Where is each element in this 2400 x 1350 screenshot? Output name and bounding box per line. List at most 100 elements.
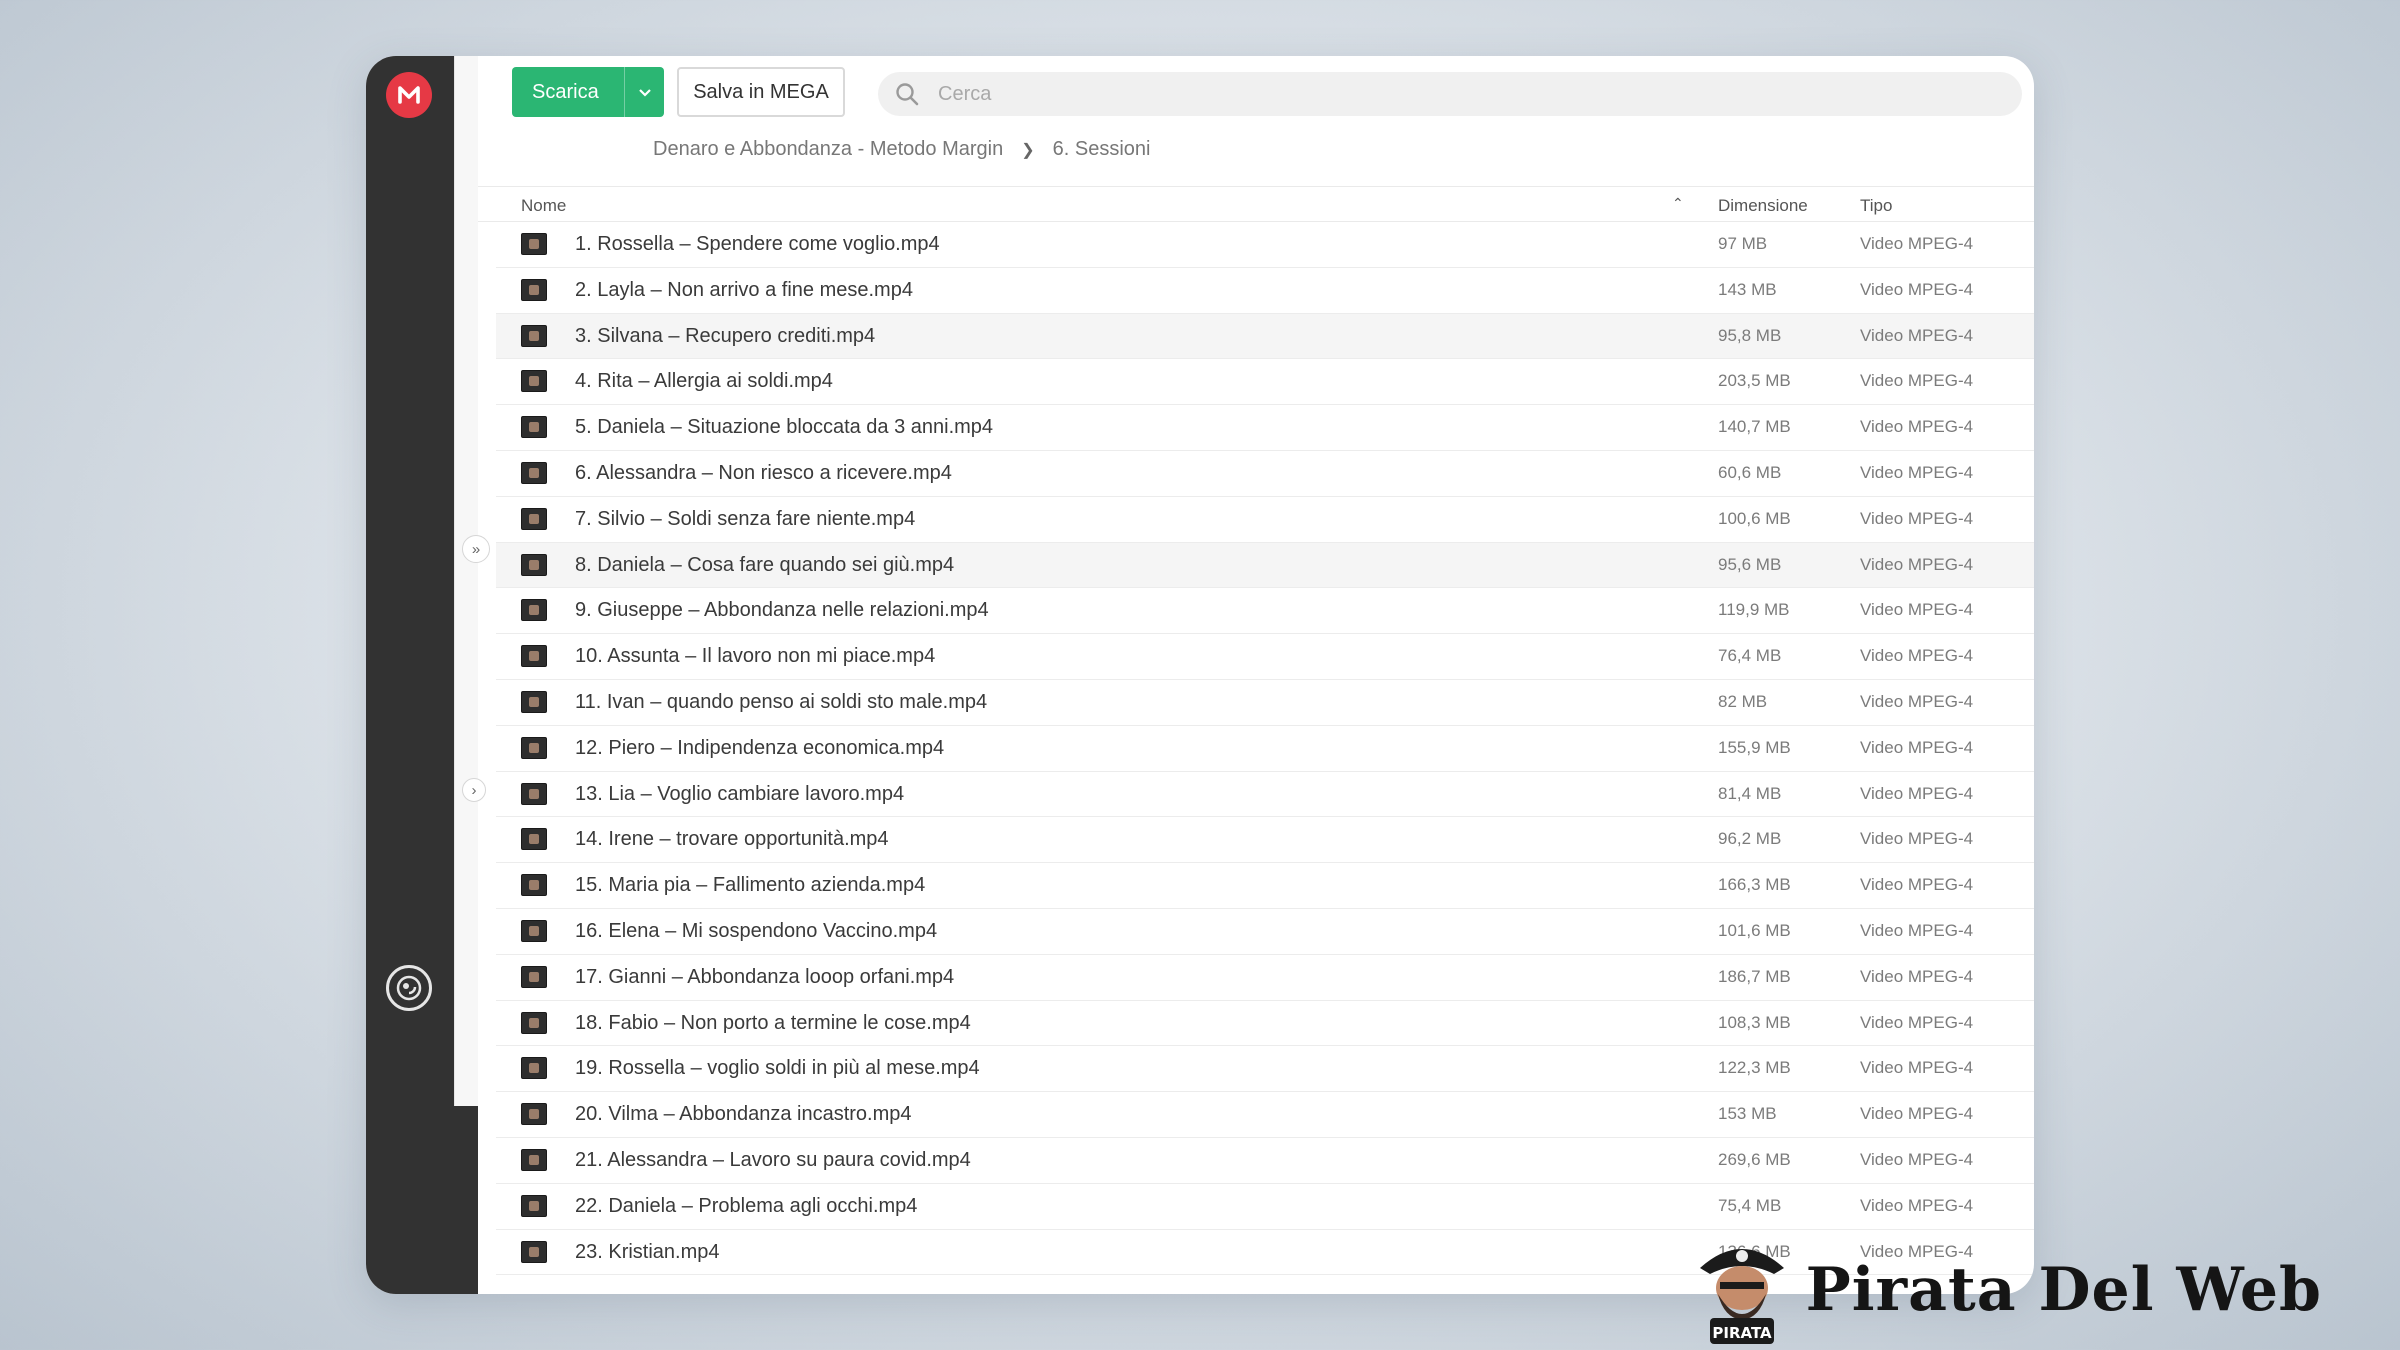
video-thumbnail-icon: [521, 1011, 547, 1034]
file-row[interactable]: 4. Rita – Allergia ai soldi.mp4 203,5 MB V…: [496, 359, 2034, 406]
file-type: Video MPEG-4: [1860, 1012, 1974, 1032]
file-type: Video MPEG-4: [1860, 279, 1974, 299]
file-name: 14. Irene – trovare opportunità.mp4: [575, 828, 889, 851]
watermark-badge: PIRATA: [1712, 1324, 1772, 1342]
file-row[interactable]: 17. Gianni – Abbondanza looop orfani.mp4…: [496, 955, 2034, 1001]
file-name: 20. Vilma – Abbondanza incastro.mp4: [575, 1103, 912, 1126]
save-to-mega-button[interactable]: Salva in MEGA: [677, 67, 845, 117]
file-size: 97 MB: [1718, 234, 1768, 253]
file-type: Video MPEG-4: [1860, 508, 1974, 528]
file-name: 23. Kristian.mp4: [575, 1240, 720, 1263]
pirate-logo-icon: PIRATA: [1690, 1234, 1794, 1346]
video-thumbnail-icon: [521, 553, 547, 576]
file-row[interactable]: 20. Vilma – Abbondanza incastro.mp4 153 M…: [496, 1092, 2034, 1138]
file-size: 140,7 MB: [1718, 417, 1791, 437]
chevron-down-icon[interactable]: [624, 67, 664, 117]
sidebar: [366, 56, 454, 1294]
video-thumbnail-icon: [521, 324, 547, 347]
file-size: 155,9 MB: [1718, 737, 1791, 757]
video-thumbnail-icon: [521, 782, 547, 805]
file-size: 122,3 MB: [1718, 1058, 1791, 1078]
file-row[interactable]: 6. Alessandra – Non riesco a ricevere.mp…: [496, 451, 2034, 497]
video-thumbnail-icon: [521, 1103, 547, 1126]
file-name: 8. Daniela – Cosa fare quando sei giù.mp…: [575, 553, 955, 576]
file-row[interactable]: 18. Fabio – Non porto a termine le cose.…: [496, 1001, 2034, 1047]
file-type: Video MPEG-4: [1860, 783, 1974, 803]
file-type: Video MPEG-4: [1860, 234, 1974, 253]
column-header-size[interactable]: Dimensione: [1718, 196, 1808, 216]
file-size: 60,6 MB: [1718, 462, 1782, 482]
download-button[interactable]: Scarica: [512, 67, 664, 117]
file-row[interactable]: 11. Ivan – quando penso ai soldi sto mal…: [496, 680, 2034, 726]
column-header-type[interactable]: Tipo: [1860, 196, 1892, 216]
video-thumbnail-icon: [521, 1240, 547, 1263]
file-row[interactable]: 5. Daniela – Situazione bloccata da 3 an…: [496, 405, 2034, 451]
file-name: 5. Daniela – Situazione bloccata da 3 an…: [575, 416, 994, 439]
file-type: Video MPEG-4: [1860, 829, 1974, 849]
file-name: 1. Rossella – Spendere come voglio.mp4: [575, 233, 940, 255]
search-bar[interactable]: [878, 72, 2022, 116]
file-row[interactable]: 15. Maria pia – Fallimento azienda.mp4 16…: [496, 863, 2034, 909]
file-name: 4. Rita – Allergia ai soldi.mp4: [575, 370, 833, 393]
download-label: Scarica: [532, 80, 599, 103]
file-size: 76,4 MB: [1718, 646, 1782, 666]
file-name: 22. Daniela – Problema agli occhi.mp4: [575, 1194, 918, 1217]
file-name: 6. Alessandra – Non riesco a ricevere.mp…: [575, 461, 952, 484]
file-row[interactable]: 9. Giuseppe – Abbondanza nelle relazioni…: [496, 588, 2034, 635]
file-row[interactable]: 16. Elena – Mi sospendono Vaccino.mp4 101…: [496, 909, 2034, 955]
breadcrumb: Denaro e Abbondanza - Metodo Margin ❯ 6.…: [653, 138, 1150, 161]
file-row[interactable]: 7. Silvio – Soldi senza fare niente.mp4 1…: [496, 497, 2034, 543]
file-row[interactable]: 13. Lia – Voglio cambiare lavoro.mp4 81,4…: [496, 772, 2034, 818]
file-type: Video MPEG-4: [1860, 417, 1974, 437]
user-avatar-icon[interactable]: [386, 965, 432, 1011]
file-size: 108,3 MB: [1718, 1012, 1791, 1032]
file-row[interactable]: 21. Alessandra – Lavoro su paura covid.m…: [496, 1138, 2034, 1184]
file-size: 82 MB: [1718, 691, 1768, 711]
file-type: Video MPEG-4: [1860, 966, 1974, 986]
file-row[interactable]: 3. Silvana – Recupero crediti.mp4 95,8 MB…: [496, 313, 2034, 360]
file-list: 1. Rossella – Spendere come voglio.mp4 97…: [496, 222, 2034, 1276]
file-name: 16. Elena – Mi sospendono Vaccino.mp4: [575, 919, 938, 942]
file-type: Video MPEG-4: [1860, 462, 1974, 482]
mega-logo-icon[interactable]: [386, 72, 432, 118]
file-row[interactable]: 14. Irene – trovare opportunità.mp4 96,2 …: [496, 817, 2034, 864]
file-row[interactable]: 19. Rossella – voglio soldi in più al me…: [496, 1046, 2034, 1093]
file-name: 17. Gianni – Abbondanza looop orfani.mp4: [575, 965, 955, 988]
video-thumbnail-icon: [521, 919, 547, 942]
video-thumbnail-icon: [521, 278, 547, 301]
file-row[interactable]: 8. Daniela – Cosa fare quando sei giù.mp…: [496, 542, 2034, 589]
file-size: 143 MB: [1718, 279, 1777, 299]
watermark-text: Pirata Del Web: [1805, 1255, 2322, 1325]
chevron-right-icon: ❯: [1021, 141, 1035, 159]
file-name: 3. Silvana – Recupero crediti.mp4: [575, 324, 876, 347]
file-type: Video MPEG-4: [1860, 600, 1974, 620]
file-type: Video MPEG-4: [1860, 737, 1974, 757]
file-type: Video MPEG-4: [1860, 646, 1974, 666]
sort-ascending-icon[interactable]: ⌃: [1672, 195, 1684, 212]
file-row[interactable]: 10. Assunta – Il lavoro non mi piace.mp4…: [496, 634, 2034, 680]
file-type: Video MPEG-4: [1860, 1195, 1974, 1215]
file-name: 18. Fabio – Non porto a termine le cose.…: [575, 1011, 971, 1034]
search-input[interactable]: [938, 82, 1838, 106]
file-row[interactable]: 12. Piero – Indipendenza economica.mp4 15…: [496, 726, 2034, 772]
column-header-name[interactable]: Nome: [521, 196, 566, 216]
file-row[interactable]: 1. Rossella – Spendere come voglio.mp4 97…: [496, 222, 2034, 268]
pirata-del-web-watermark: PIRATA Pirata Del Web: [1690, 1234, 2322, 1346]
file-row[interactable]: 22. Daniela – Problema agli occhi.mp4 75,…: [496, 1184, 2034, 1230]
file-type: Video MPEG-4: [1860, 691, 1974, 711]
breadcrumb-current: 6. Sessioni: [1052, 138, 1151, 160]
video-thumbnail-icon: [521, 1148, 547, 1171]
file-size: 186,7 MB: [1718, 966, 1791, 986]
file-type: Video MPEG-4: [1860, 875, 1974, 895]
file-name: 11. Ivan – quando penso ai soldi sto mal…: [575, 690, 988, 713]
file-row[interactable]: 2. Layla – Non arrivo a fine mese.mp4 143…: [496, 268, 2034, 314]
video-thumbnail-icon: [521, 1057, 547, 1080]
breadcrumb-parent[interactable]: Denaro e Abbondanza - Metodo Margin: [653, 138, 1003, 161]
file-name: 21. Alessandra – Lavoro su paura covid.m…: [575, 1148, 971, 1171]
file-size: 75,4 MB: [1718, 1195, 1782, 1215]
file-type: Video MPEG-4: [1860, 920, 1974, 940]
video-thumbnail-icon: [521, 736, 547, 759]
video-thumbnail-icon: [521, 370, 547, 393]
file-size: 100,6 MB: [1718, 508, 1791, 528]
video-thumbnail-icon: [521, 965, 547, 988]
